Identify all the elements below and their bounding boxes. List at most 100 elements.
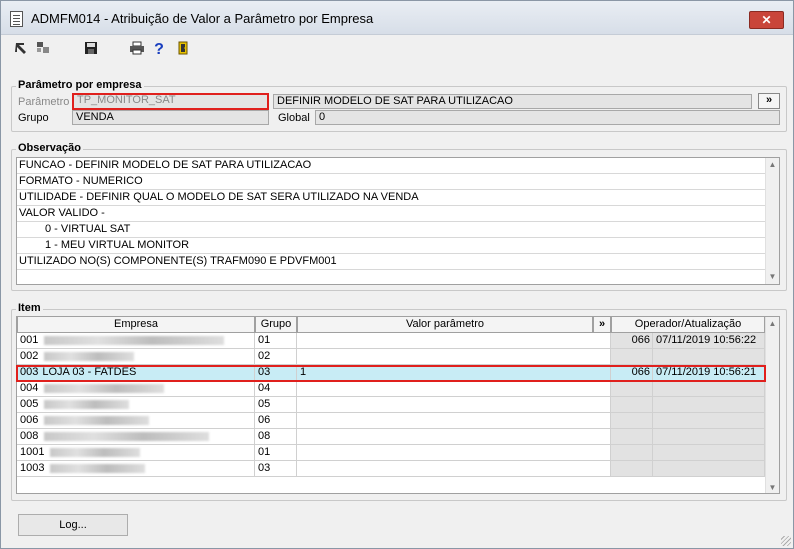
header-empresa[interactable]: Empresa bbox=[17, 317, 255, 333]
cell-empresa[interactable]: 1003 bbox=[17, 461, 255, 477]
cell-atualizacao[interactable] bbox=[653, 413, 765, 429]
cell-atualizacao[interactable] bbox=[653, 429, 765, 445]
cell-grupo[interactable]: 02 bbox=[255, 349, 297, 365]
obs-line: VALOR VALIDO - bbox=[17, 206, 765, 222]
empresa-name bbox=[44, 399, 130, 409]
cell-grupo[interactable]: 08 bbox=[255, 429, 297, 445]
observation-text[interactable]: FUNCAO - DEFINIR MODELO DE SAT PARA UTIL… bbox=[16, 157, 780, 285]
help-icon[interactable]: ? bbox=[149, 40, 169, 60]
cell-valor[interactable] bbox=[297, 333, 611, 349]
header-operador[interactable]: Operador/Atualização bbox=[611, 317, 765, 333]
cell-grupo[interactable]: 03 bbox=[255, 365, 297, 381]
resize-grip[interactable] bbox=[781, 536, 791, 546]
cell-empresa[interactable]: 004 bbox=[17, 381, 255, 397]
empresa-name bbox=[50, 447, 141, 457]
grid-icon[interactable] bbox=[33, 40, 53, 60]
cell-atualizacao[interactable]: 07/11/2019 10:56:22 bbox=[653, 333, 765, 349]
obs-line: 1 - MEU VIRTUAL MONITOR bbox=[17, 238, 765, 254]
group-field: VENDA bbox=[72, 110, 269, 125]
table-row[interactable]: 008 08 bbox=[17, 429, 765, 445]
cell-operador[interactable] bbox=[611, 381, 653, 397]
table-row[interactable]: 005 05 bbox=[17, 397, 765, 413]
save-icon[interactable] bbox=[81, 40, 101, 60]
empresa-code: 001 bbox=[20, 334, 39, 346]
chevron-up-icon[interactable]: ▲ bbox=[766, 317, 779, 331]
param-group-legend: Parâmetro por empresa bbox=[16, 79, 144, 91]
grid-scrollbar[interactable]: ▲ ▼ bbox=[765, 317, 779, 493]
cell-operador[interactable] bbox=[611, 349, 653, 365]
cell-atualizacao[interactable] bbox=[653, 381, 765, 397]
empresa-code: 005 bbox=[20, 398, 39, 410]
cell-atualizacao[interactable] bbox=[653, 445, 765, 461]
chevron-up-icon[interactable]: ▲ bbox=[766, 158, 779, 172]
cell-grupo[interactable]: 04 bbox=[255, 381, 297, 397]
obs-scrollbar[interactable]: ▲ ▼ bbox=[765, 158, 779, 284]
obs-line: 0 - VIRTUAL SAT bbox=[17, 222, 765, 238]
table-row[interactable]: 006 06 bbox=[17, 413, 765, 429]
chevron-down-icon[interactable]: ▼ bbox=[766, 481, 779, 493]
empresa-name: LOJA 03 - FATDES bbox=[42, 366, 137, 378]
log-button[interactable]: Log... bbox=[18, 514, 128, 536]
obs-line: FUNCAO - DEFINIR MODELO DE SAT PARA UTIL… bbox=[17, 158, 765, 174]
header-expand-button[interactable]: » bbox=[593, 317, 611, 333]
empresa-name bbox=[50, 463, 146, 473]
cell-atualizacao[interactable]: 07/11/2019 10:56:21 bbox=[653, 365, 765, 381]
cell-grupo[interactable]: 06 bbox=[255, 413, 297, 429]
cell-empresa[interactable]: 003 LOJA 03 - FATDES bbox=[17, 365, 255, 381]
header-valor[interactable]: Valor parâmetro bbox=[297, 317, 593, 333]
cell-grupo[interactable]: 05 bbox=[255, 397, 297, 413]
expand-button[interactable]: » bbox=[758, 93, 780, 109]
obs-group-legend: Observação bbox=[16, 142, 83, 154]
cell-valor[interactable] bbox=[297, 381, 611, 397]
cell-operador[interactable] bbox=[611, 413, 653, 429]
cell-atualizacao[interactable] bbox=[653, 349, 765, 365]
cell-valor[interactable] bbox=[297, 445, 611, 461]
cell-empresa[interactable]: 005 bbox=[17, 397, 255, 413]
document-icon bbox=[10, 11, 23, 27]
print-icon[interactable] bbox=[127, 40, 147, 60]
cell-atualizacao[interactable] bbox=[653, 461, 765, 477]
cell-grupo[interactable]: 03 bbox=[255, 461, 297, 477]
cell-operador[interactable]: 066 bbox=[611, 365, 653, 381]
cell-operador[interactable] bbox=[611, 461, 653, 477]
param-field[interactable]: TP_MONITOR_SAT bbox=[72, 93, 269, 110]
cell-valor[interactable] bbox=[297, 461, 611, 477]
obs-line: UTILIZADO NO(S) COMPONENTE(S) TRAFM090 E… bbox=[17, 254, 765, 270]
cell-valor[interactable] bbox=[297, 429, 611, 445]
back-icon[interactable] bbox=[11, 40, 31, 60]
cell-valor[interactable]: 1 bbox=[297, 365, 611, 381]
cell-grupo[interactable]: 01 bbox=[255, 333, 297, 349]
cell-operador[interactable] bbox=[611, 429, 653, 445]
param-label: Parâmetro bbox=[18, 96, 70, 108]
cell-empresa[interactable]: 006 bbox=[17, 413, 255, 429]
empresa-name bbox=[44, 415, 150, 425]
cell-operador[interactable] bbox=[611, 445, 653, 461]
header-grupo[interactable]: Grupo bbox=[255, 317, 297, 333]
close-button[interactable]: ✕ bbox=[749, 11, 784, 29]
cell-operador[interactable]: 066 bbox=[611, 333, 653, 349]
empresa-name bbox=[44, 351, 135, 361]
cell-empresa[interactable]: 1001 bbox=[17, 445, 255, 461]
table-row[interactable]: 004 04 bbox=[17, 381, 765, 397]
cell-operador[interactable] bbox=[611, 397, 653, 413]
cell-valor[interactable] bbox=[297, 397, 611, 413]
global-field: 0 bbox=[315, 110, 780, 125]
global-label: Global bbox=[278, 112, 310, 124]
cell-grupo[interactable]: 01 bbox=[255, 445, 297, 461]
empresa-code: 004 bbox=[20, 382, 39, 394]
table-row[interactable]: 003 LOJA 03 - FATDES 03 1 066 07/11/2019 10:5… bbox=[17, 365, 765, 381]
table-row[interactable]: 1001 01 bbox=[17, 445, 765, 461]
cell-empresa[interactable]: 008 bbox=[17, 429, 255, 445]
cell-valor[interactable] bbox=[297, 413, 611, 429]
table-row[interactable]: 002 02 bbox=[17, 349, 765, 365]
cell-valor[interactable] bbox=[297, 349, 611, 365]
cell-empresa[interactable]: 001 bbox=[17, 333, 255, 349]
obs-line: FORMATO - NUMERICO bbox=[17, 174, 765, 190]
cell-atualizacao[interactable] bbox=[653, 397, 765, 413]
table-row[interactable]: 1003 03 bbox=[17, 461, 765, 477]
table-row[interactable]: 001 01 066 07/11/2019 10:56:22 bbox=[17, 333, 765, 349]
cell-empresa[interactable]: 002 bbox=[17, 349, 255, 365]
chevron-down-icon[interactable]: ▼ bbox=[766, 270, 779, 284]
empresa-code: 008 bbox=[20, 430, 39, 442]
exit-icon[interactable] bbox=[173, 40, 193, 60]
